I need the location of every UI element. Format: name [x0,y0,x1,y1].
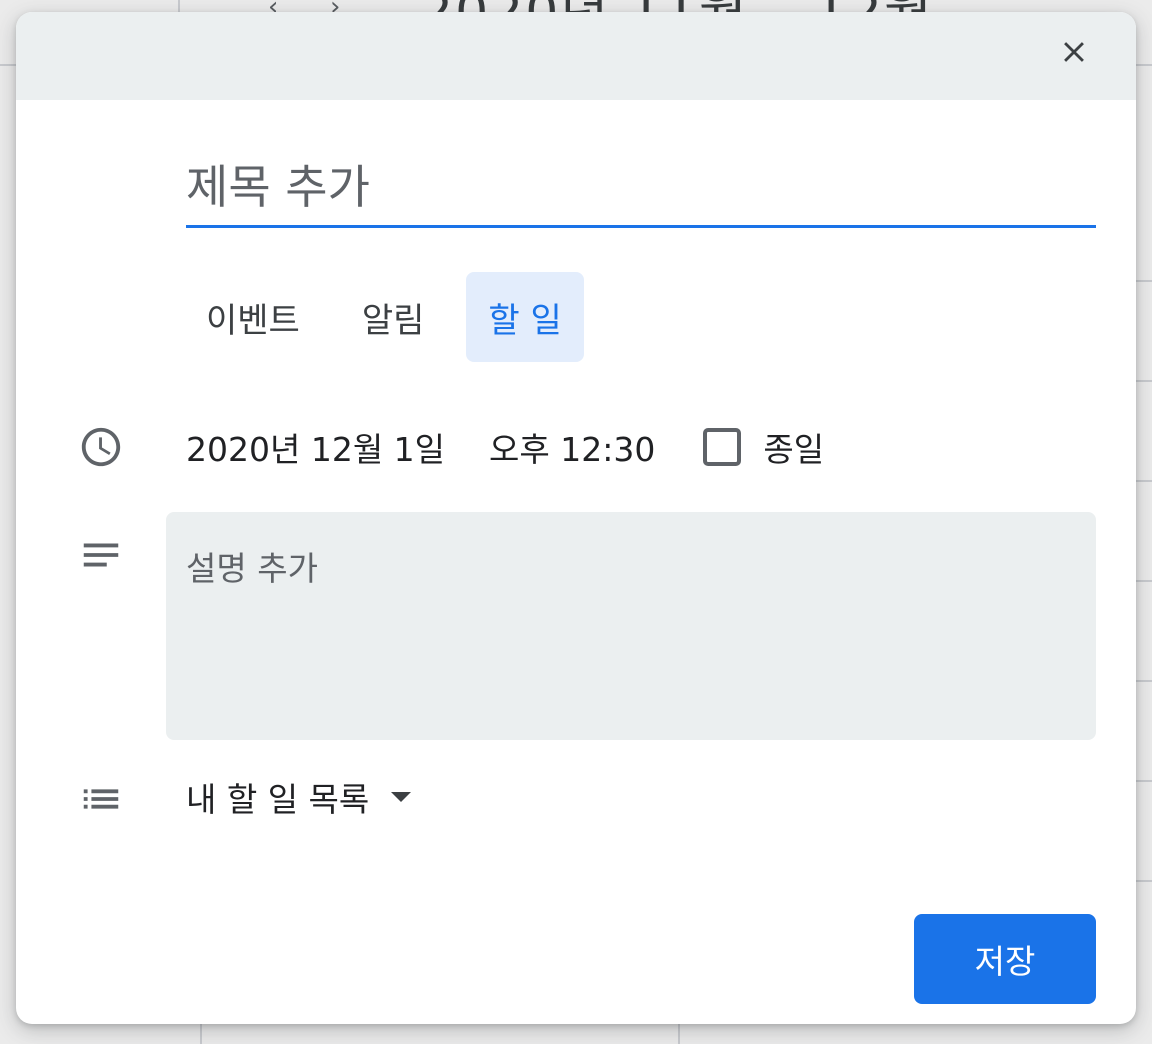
tab-reminder[interactable]: 알림 [342,272,445,362]
allday-label: 종일 [763,430,825,469]
save-button[interactable]: 저장 [914,914,1096,1004]
allday-toggle[interactable]: 종일 [703,423,824,471]
dropdown-arrow-icon [391,792,412,802]
notes-icon [78,532,124,578]
datetime-row: 2020년 12월 1일 오후 12:30 종일 [186,422,824,472]
tab-event[interactable]: 이벤트 [186,272,320,362]
close-icon [1064,42,1084,62]
description-input[interactable] [166,512,1096,740]
close-button[interactable] [1054,32,1094,72]
dialog-header[interactable] [16,12,1136,100]
task-list-value: 내 할 일 목록 [186,780,370,819]
list-icon [78,776,124,822]
title-input[interactable] [186,148,1096,228]
task-list-dropdown[interactable]: 내 할 일 목록 [186,772,412,822]
clock-icon [78,424,124,470]
task-dialog: 이벤트 알림 할 일 2020년 12월 1일 오후 12:30 종일 내 할 … [16,12,1136,1024]
allday-checkbox[interactable] [703,428,742,466]
time-picker[interactable]: 오후 12:30 [489,423,655,471]
type-tabs: 이벤트 알림 할 일 [186,272,606,362]
tab-task[interactable]: 할 일 [466,272,584,362]
date-picker[interactable]: 2020년 12월 1일 [186,423,445,471]
